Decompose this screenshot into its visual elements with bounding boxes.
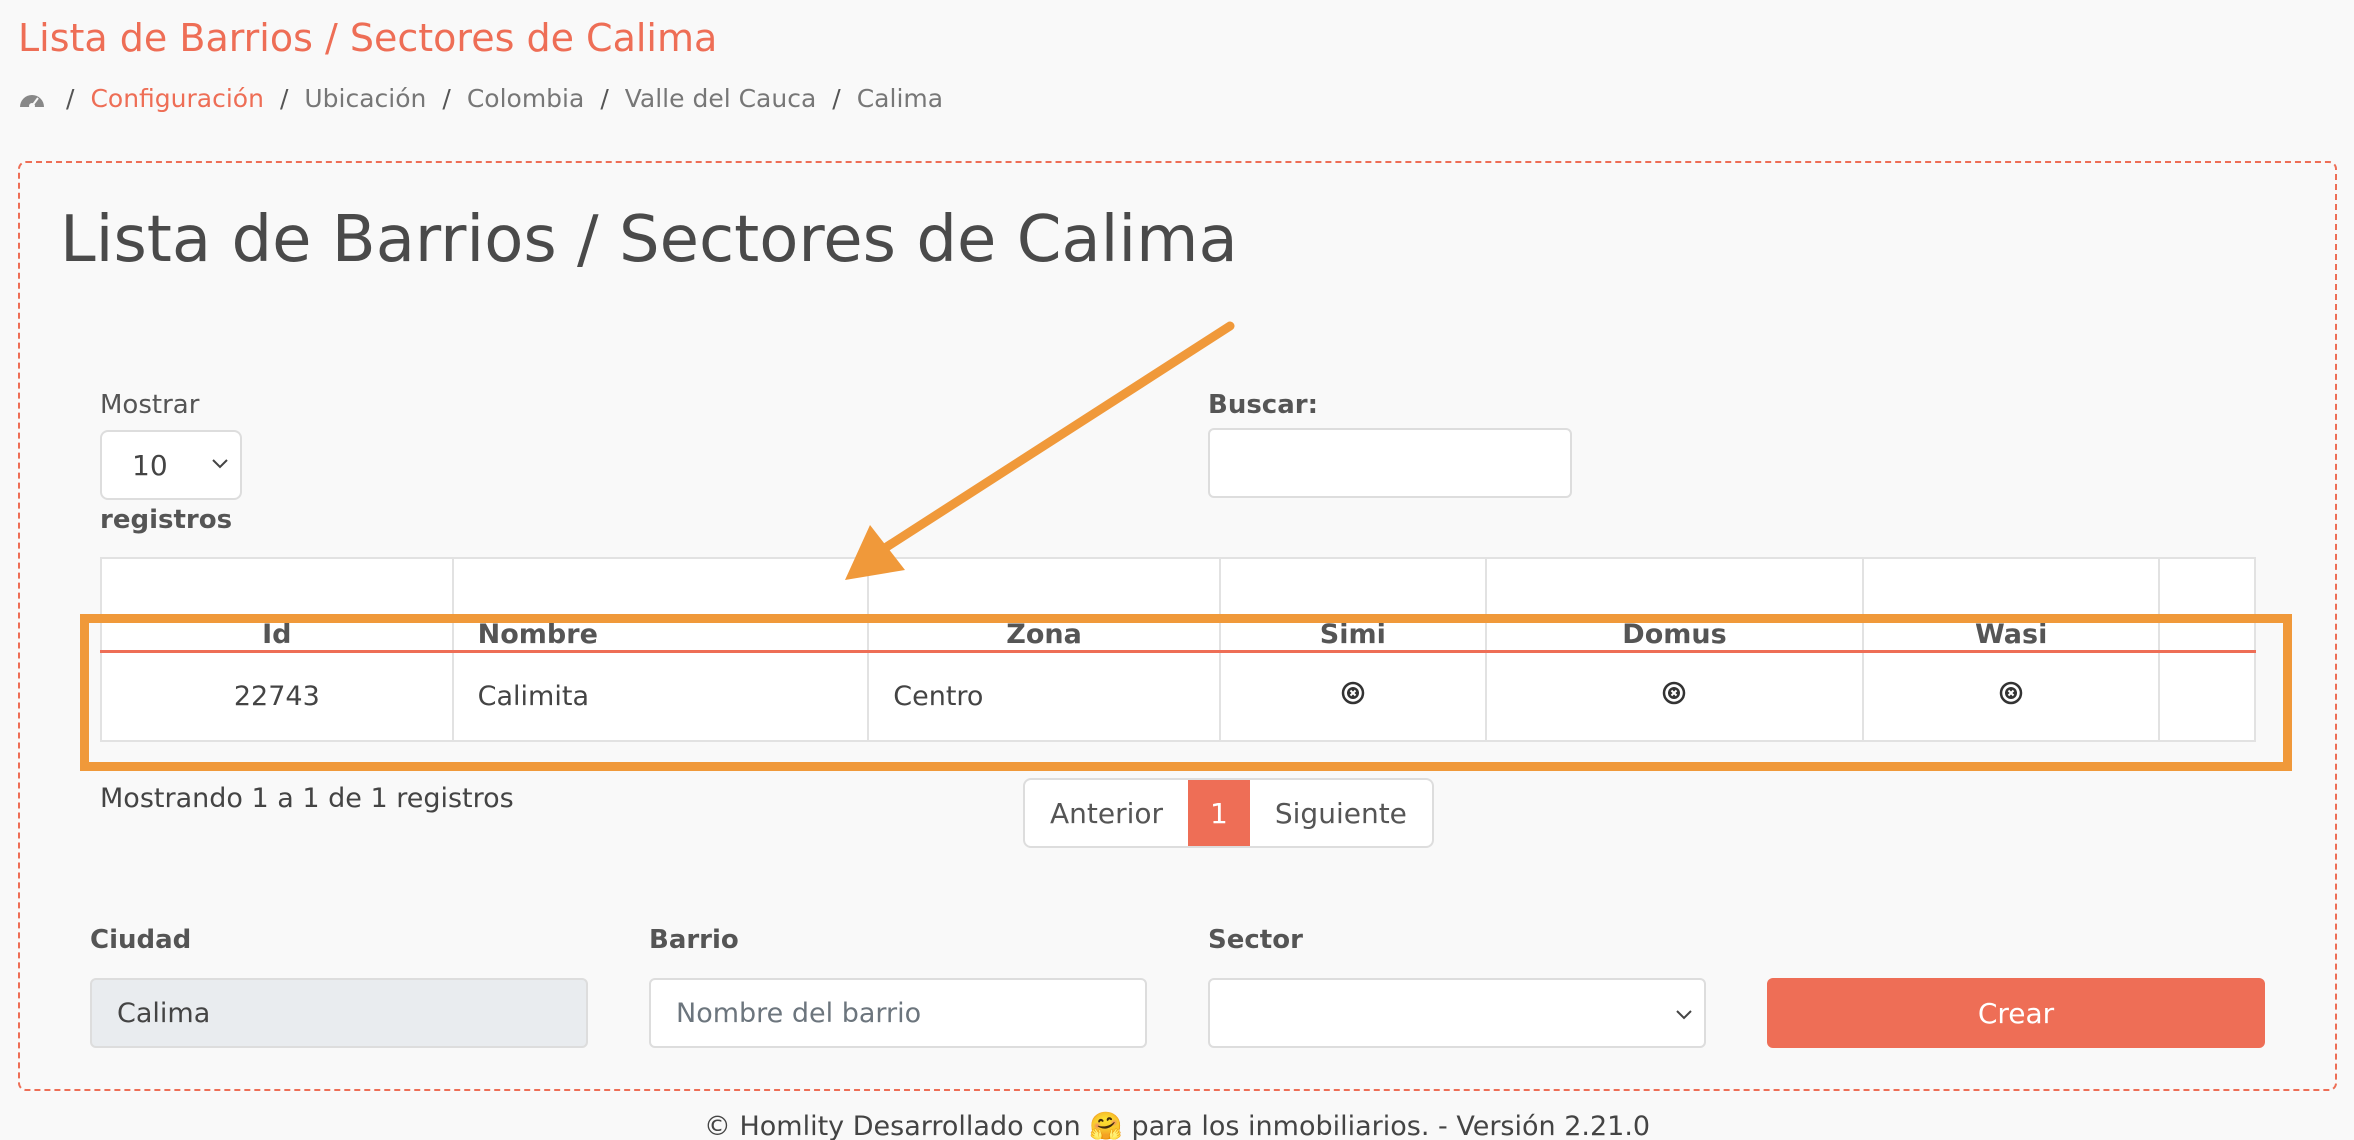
chevron-down-icon <box>1676 1010 1692 1020</box>
page-length-value: 10 <box>132 448 168 482</box>
pagination: Anterior 1 Siguiente <box>1023 778 1434 848</box>
search-input[interactable] <box>1208 428 1572 498</box>
breadcrumb-valle: Valle del Cauca <box>624 84 817 113</box>
dashboard-icon[interactable] <box>18 88 46 110</box>
create-button[interactable]: Crear <box>1767 978 2265 1048</box>
breadcrumb-ubicacion: Ubicación <box>304 84 427 113</box>
next-page-button[interactable]: Siguiente <box>1250 780 1432 846</box>
city-value: Calima <box>117 997 211 1029</box>
sector-label: Sector <box>1208 925 1303 955</box>
sector-select[interactable] <box>1208 978 1706 1048</box>
city-label: Ciudad <box>90 925 192 955</box>
card-title: Lista de Barrios / Sectores de Calima <box>60 203 1238 277</box>
records-label: registros <box>100 505 233 535</box>
breadcrumb-calima: Calima <box>856 84 944 113</box>
show-label: Mostrar <box>100 390 200 420</box>
breadcrumb: / Configuración / Ubicación / Colombia /… <box>18 84 943 113</box>
footer: © Homlity Desarrollado con 🤗 para los in… <box>703 1111 1651 1140</box>
city-field: Calima <box>90 978 588 1048</box>
barrio-label: Barrio <box>649 925 739 955</box>
prev-page-button[interactable]: Anterior <box>1025 780 1188 846</box>
page-title: Lista de Barrios / Sectores de Calima <box>18 16 718 60</box>
breadcrumb-configuracion[interactable]: Configuración <box>90 84 264 113</box>
chevron-down-icon <box>212 459 228 469</box>
barrio-placeholder: Nombre del barrio <box>676 997 922 1029</box>
page-1-button[interactable]: 1 <box>1188 780 1250 846</box>
table-info: Mostrando 1 a 1 de 1 registros <box>100 783 514 814</box>
highlight-box <box>80 614 2292 771</box>
search-label: Buscar: <box>1208 390 1318 420</box>
page-length-select[interactable]: 10 <box>100 430 242 500</box>
barrio-input[interactable]: Nombre del barrio <box>649 978 1147 1048</box>
breadcrumb-colombia: Colombia <box>466 84 585 113</box>
